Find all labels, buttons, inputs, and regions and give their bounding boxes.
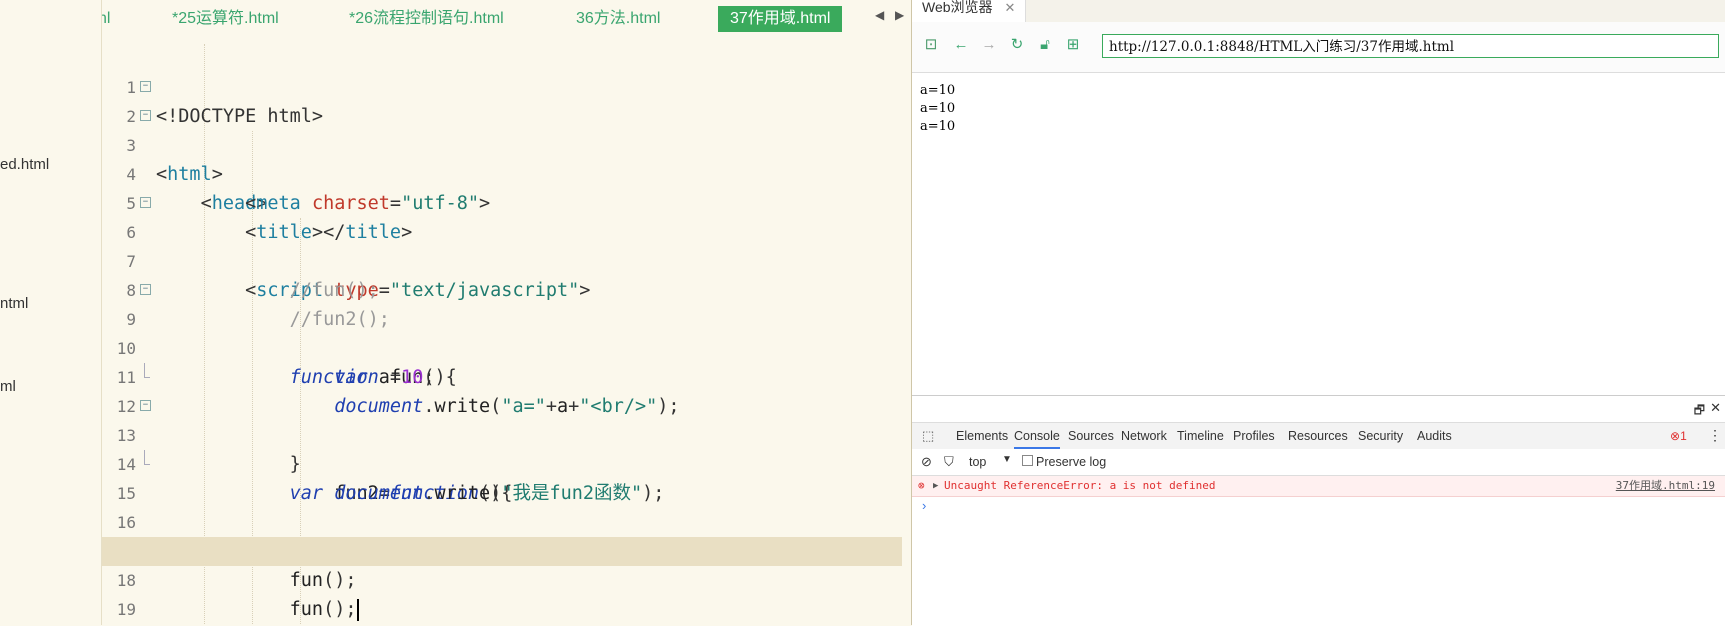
tab-sources[interactable]: Sources	[1068, 423, 1114, 449]
code-line: 4 <meta charset="utf-8">	[102, 131, 902, 214]
code-line: 2 − <html>	[102, 73, 902, 185]
inspect-icon[interactable]: ⬚	[922, 428, 934, 444]
tab-resources[interactable]: Resources	[1288, 423, 1348, 449]
fold-toggle-icon[interactable]: −	[140, 400, 151, 411]
sidebar-file-item[interactable]: ed.html	[0, 156, 49, 173]
code-line: 15 }	[102, 450, 902, 562]
browser-toolbar: ⊡ ← → ↻ 🔓︎ ⊞ http://127.0.0.1:8848/HTML入…	[912, 22, 1725, 73]
code-line: 10 var a=10;	[102, 305, 902, 388]
console-prompt-icon[interactable]: ›	[922, 498, 926, 513]
error-circle-icon: ⊗	[1670, 429, 1681, 443]
dropdown-arrow-icon[interactable]: ▼	[1002, 454, 1012, 465]
code-line-current: 18 fun();	[102, 537, 902, 621]
tab-security[interactable]: Security	[1358, 423, 1403, 449]
output-line: a=10	[920, 101, 956, 116]
lock-icon[interactable]: 🔓︎	[1036, 36, 1054, 54]
web-browser-pane: Web浏览器 ✕ ⊡ ← → ↻ 🔓︎ ⊞ http://127.0.0.1:8…	[912, 0, 1725, 626]
clear-console-icon[interactable]: ⊘	[921, 454, 932, 470]
code-editor: nl *25运算符.html *26流程控制语句.html 36方法.html …	[102, 0, 912, 625]
fold-toggle-icon[interactable]: −	[140, 110, 151, 121]
preserve-log-checkbox[interactable]	[1022, 455, 1033, 466]
editor-tab[interactable]: *26流程控制语句.html	[349, 6, 504, 32]
sidebar-file-item[interactable]: ml	[0, 378, 16, 395]
code-line: 16 fun();	[102, 479, 902, 562]
code-line: 11 document.write("a="+a+"<br/>");	[102, 334, 902, 417]
file-sidebar: ed.html ntml ml	[0, 0, 102, 625]
browser-tab[interactable]: Web浏览器 ✕	[912, 0, 1027, 22]
code-line: 1 <!DOCTYPE html>	[102, 44, 902, 127]
filter-icon[interactable]: ⛉	[944, 454, 954, 470]
error-circle-icon: ⊗	[918, 479, 925, 492]
code-line: 5 <title></title>	[102, 160, 902, 243]
preserve-log-label: Preserve log	[1036, 455, 1107, 469]
qr-icon[interactable]: ⊞	[1064, 36, 1082, 54]
browser-tab-bar: Web浏览器 ✕	[912, 0, 1725, 23]
url-bar[interactable]: http://127.0.0.1:8848/HTML入门练习/37作用域.htm…	[1102, 34, 1719, 58]
back-icon[interactable]: ←	[952, 36, 970, 54]
browser-tab-title: Web浏览器	[922, 0, 993, 15]
fold-toggle-icon[interactable]: −	[140, 197, 151, 208]
code-line: 12 }	[102, 363, 902, 475]
devtools-panel: 🗗︎ ✕ ⬚ Elements Console Sources Network …	[912, 395, 1725, 626]
tab-network[interactable]: Network	[1121, 423, 1167, 449]
code-line: 20	[102, 595, 902, 624]
console-filter-bar: ⊘ ⛉ top ▼ Preserve log	[912, 449, 1725, 476]
tab-console[interactable]: Console	[1014, 423, 1060, 449]
code-line: 19 document.write(a+"<br/>");	[102, 566, 902, 619]
editor-tab[interactable]: *25运算符.html	[172, 6, 279, 32]
error-badge[interactable]: ⊗1	[1670, 429, 1687, 443]
more-menu-icon[interactable]: ⋮	[1708, 427, 1722, 444]
code-line: 17 fun();	[102, 508, 902, 591]
refresh-icon[interactable]: ↻	[1008, 36, 1026, 54]
code-line: 13 − var fun2=function(){	[102, 392, 902, 504]
code-line: 3 − <head>	[102, 102, 902, 214]
undock-icon[interactable]: 🗗︎	[1694, 401, 1705, 422]
output-line: a=10	[920, 83, 956, 98]
output-line: a=10	[920, 119, 956, 134]
error-source-link[interactable]: 37作用域.html:19	[1616, 476, 1715, 496]
forward-icon[interactable]: →	[980, 36, 998, 54]
code-area[interactable]: 1 <!DOCTYPE html> 2 − <html> 3 − <head> …	[102, 44, 902, 624]
context-select[interactable]: top	[969, 455, 986, 469]
console-icon[interactable]: ⊡	[922, 36, 940, 54]
tab-audits[interactable]: Audits	[1417, 423, 1452, 449]
devtools-tab-bar: ⬚ Elements Console Sources Network Timel…	[912, 422, 1725, 450]
editor-tab-active[interactable]: 37作用域.html	[718, 6, 843, 32]
tab-profiles[interactable]: Profiles	[1233, 423, 1275, 449]
expand-triangle-icon[interactable]: ▶	[933, 476, 938, 496]
error-count: 1	[1680, 429, 1687, 443]
code-line: 7 //fun();	[102, 218, 902, 301]
error-message: Uncaught ReferenceError: a is not define…	[944, 479, 1216, 492]
code-line: 9 − function fun(){	[102, 276, 902, 388]
fold-toggle-icon[interactable]: −	[140, 284, 151, 295]
tab-timeline[interactable]: Timeline	[1177, 423, 1224, 449]
close-icon[interactable]: ✕	[1710, 400, 1721, 416]
editor-tab[interactable]: nl	[102, 6, 110, 32]
tab-elements[interactable]: Elements	[956, 423, 1008, 449]
sidebar-file-item[interactable]: ntml	[0, 295, 28, 312]
devtools-header: 🗗︎ ✕	[912, 396, 1725, 422]
page-output: a=10 a=10 a=10	[920, 82, 955, 136]
fold-toggle-icon[interactable]: −	[140, 81, 151, 92]
tab-scroll-left-icon[interactable]: ◀	[875, 8, 884, 22]
close-icon[interactable]: ✕	[1004, 0, 1015, 15]
fold-end-marker	[144, 363, 150, 378]
code-line: 6 − <script type="text/javascript">	[102, 189, 902, 301]
tab-scroll-right-icon[interactable]: ▶	[895, 8, 904, 22]
code-line: 8 //fun2();	[102, 247, 902, 330]
editor-tab[interactable]: 36方法.html	[576, 6, 660, 32]
code-line: 14 document.write("我是fun2函数");	[102, 421, 902, 504]
fold-end-marker	[144, 450, 150, 465]
console-error-row[interactable]: ⊗ ▶ Uncaught ReferenceError: a is not de…	[912, 476, 1725, 497]
editor-tab-bar: nl *25运算符.html *26流程控制语句.html 36方法.html …	[102, 0, 912, 36]
